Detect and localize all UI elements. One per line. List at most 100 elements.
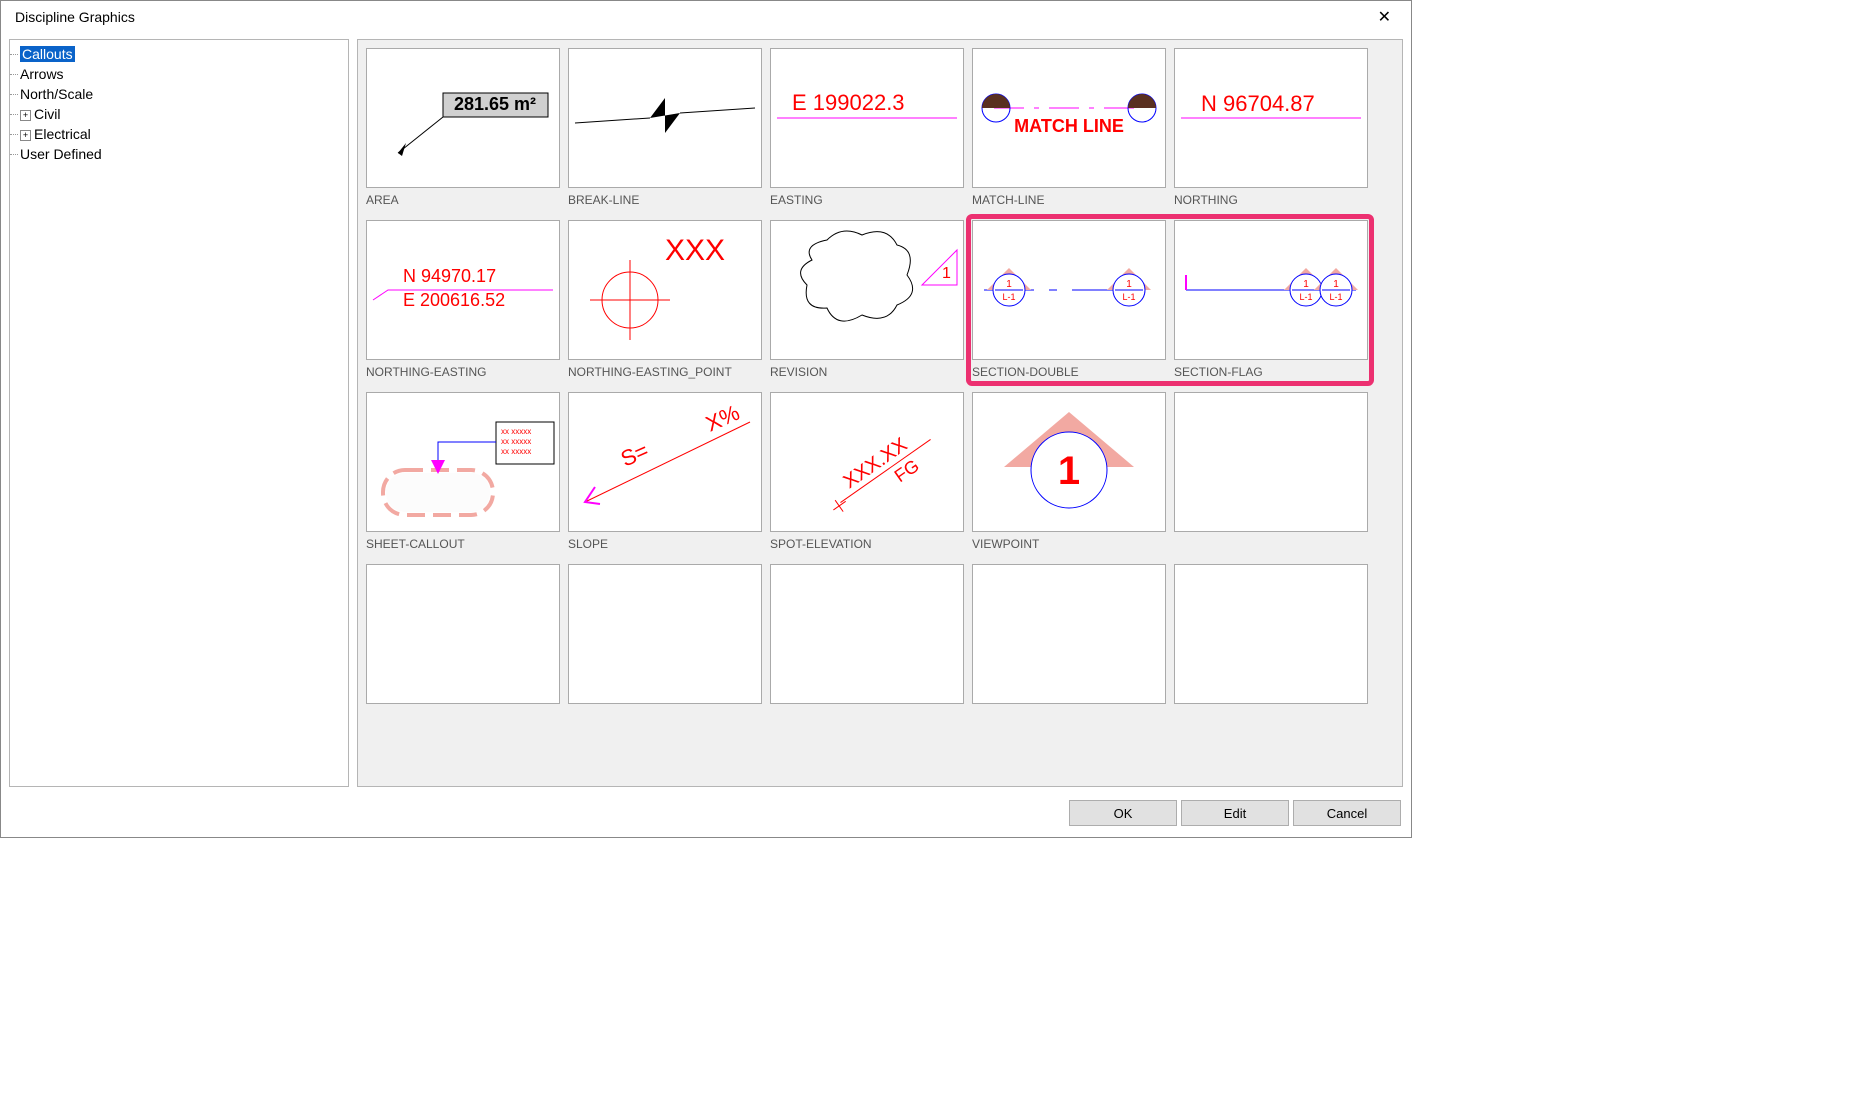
ok-button[interactable]: OK: [1069, 800, 1177, 826]
svg-text:1: 1: [1303, 279, 1309, 290]
expand-icon[interactable]: +: [20, 130, 31, 141]
gallery-thumb: [568, 48, 762, 188]
gallery-caption: SHEET-CALLOUT: [366, 532, 560, 556]
gallery-caption: SECTION-FLAG: [1174, 360, 1368, 384]
gallery-card[interactable]: 1 L-1 1 L-1 SECTION-DOUBLE: [972, 220, 1166, 384]
tree-item[interactable]: User Defined: [20, 144, 342, 164]
gallery-thumb: [1174, 392, 1368, 532]
gallery-card[interactable]: N 94970.17 E 200616.52NORTHING-EASTING: [366, 220, 560, 384]
gallery-thumb: [568, 564, 762, 704]
gallery-caption: [1174, 704, 1368, 728]
gallery-caption: NORTHING-EASTING: [366, 360, 560, 384]
gallery-card[interactable]: [568, 564, 762, 728]
gallery-caption: AREA: [366, 188, 560, 212]
gallery-thumb: XXX: [568, 220, 762, 360]
edit-button[interactable]: Edit: [1181, 800, 1289, 826]
svg-text:1: 1: [1006, 279, 1012, 290]
gallery-thumb: [1174, 564, 1368, 704]
svg-text:E 199022.3: E 199022.3: [792, 90, 905, 115]
svg-text:N 96704.87: N 96704.87: [1201, 91, 1315, 116]
svg-text:xx xxxxx: xx xxxxx: [501, 427, 531, 436]
gallery-caption: VIEWPOINT: [972, 532, 1166, 556]
gallery-thumb: [972, 564, 1166, 704]
svg-text:L-1: L-1: [1329, 292, 1342, 302]
gallery-caption: SLOPE: [568, 532, 762, 556]
window-title: Discipline Graphics: [15, 9, 135, 25]
svg-text:S=: S=: [617, 438, 652, 472]
tree-item[interactable]: Callouts: [20, 44, 342, 64]
gallery-card[interactable]: [1174, 564, 1368, 728]
gallery-card[interactable]: E 199022.3EASTING: [770, 48, 964, 212]
gallery-thumb: MATCH LINE: [972, 48, 1166, 188]
gallery-thumb: 1: [972, 392, 1166, 532]
svg-text:L-1: L-1: [1002, 292, 1015, 302]
discipline-graphics-dialog: Discipline Graphics ✕ Callouts Arrows Nort…: [0, 0, 1412, 838]
gallery-caption: [568, 704, 762, 728]
svg-text:L-1: L-1: [1122, 292, 1135, 302]
gallery-caption: [972, 704, 1166, 728]
gallery-card[interactable]: S= X%SLOPE: [568, 392, 762, 556]
cancel-button[interactable]: Cancel: [1293, 800, 1401, 826]
gallery-card[interactable]: 1 VIEWPOINT: [972, 392, 1166, 556]
category-tree[interactable]: CalloutsArrowsNorth/Scale+Civil+Electric…: [9, 39, 349, 787]
gallery-thumb: 281.65 m²: [366, 48, 560, 188]
expand-icon[interactable]: +: [20, 110, 31, 121]
svg-text:L-1: L-1: [1299, 292, 1312, 302]
gallery-thumb: S= X%: [568, 392, 762, 532]
gallery-card[interactable]: BREAK-LINE: [568, 48, 762, 212]
tree-item[interactable]: Arrows: [20, 64, 342, 84]
gallery-caption: [366, 704, 560, 728]
tree-item-label: Arrows: [20, 66, 64, 82]
gallery-card[interactable]: XXX NORTHING-EASTING_POINT: [568, 220, 762, 384]
gallery-card[interactable]: XXX.XX FG SPOT-ELEVATION: [770, 392, 964, 556]
dialog-body: CalloutsArrowsNorth/Scale+Civil+Electric…: [1, 33, 1411, 795]
tree-item[interactable]: +Civil: [20, 104, 342, 124]
tree-item-label: Civil: [34, 106, 60, 122]
svg-text:1: 1: [1126, 279, 1132, 290]
gallery-caption: NORTHING-EASTING_POINT: [568, 360, 762, 384]
gallery-caption: BREAK-LINE: [568, 188, 762, 212]
gallery-card[interactable]: 281.65 m² AREA: [366, 48, 560, 212]
tree-item-label: User Defined: [20, 146, 102, 162]
gallery-thumb: N 96704.87: [1174, 48, 1368, 188]
svg-text:1: 1: [1058, 449, 1080, 493]
gallery-thumb: XXX.XX FG: [770, 392, 964, 532]
gallery-caption: REVISION: [770, 360, 964, 384]
gallery-card[interactable]: N 96704.87 NORTHING: [1174, 48, 1368, 212]
gallery-card[interactable]: [770, 564, 964, 728]
dialog-footer: OK Edit Cancel: [1, 795, 1411, 837]
tree-item[interactable]: +Electrical: [20, 124, 342, 144]
gallery-card[interactable]: 1 REVISION: [770, 220, 964, 384]
gallery-panel[interactable]: 281.65 m² AREA BREAK-LINE E 199022.3EAST…: [357, 39, 1403, 787]
gallery-card[interactable]: [1174, 392, 1368, 556]
svg-text:MATCH LINE: MATCH LINE: [1014, 116, 1124, 136]
gallery-card[interactable]: 1 L-1 1 L-1 SECTION-FLAG: [1174, 220, 1368, 384]
gallery-caption: SPOT-ELEVATION: [770, 532, 964, 556]
titlebar: Discipline Graphics ✕: [1, 1, 1411, 33]
svg-text:X%: X%: [702, 400, 743, 437]
tree-item[interactable]: North/Scale: [20, 84, 342, 104]
svg-text:1: 1: [1333, 279, 1339, 290]
gallery-card[interactable]: MATCH LINE MATCH-LINE: [972, 48, 1166, 212]
gallery-thumb: [770, 564, 964, 704]
gallery-thumb: 1 L-1 1 L-1: [972, 220, 1166, 360]
gallery-caption: [1174, 532, 1368, 556]
svg-text:E 200616.52: E 200616.52: [403, 290, 505, 310]
gallery-thumb: 1 L-1 1 L-1: [1174, 220, 1368, 360]
gallery-thumb: [366, 564, 560, 704]
tree-item-label: Electrical: [34, 126, 91, 142]
svg-text:1: 1: [942, 265, 951, 282]
gallery-card[interactable]: [366, 564, 560, 728]
gallery-thumb: N 94970.17 E 200616.52: [366, 220, 560, 360]
gallery-thumb: xx xxxxx xx xxxxx xx xxxxx: [366, 392, 560, 532]
gallery-caption: MATCH-LINE: [972, 188, 1166, 212]
gallery-thumb: E 199022.3: [770, 48, 964, 188]
gallery-caption: SECTION-DOUBLE: [972, 360, 1166, 384]
svg-text:N 94970.17: N 94970.17: [403, 266, 496, 286]
close-icon[interactable]: ✕: [1368, 3, 1401, 31]
gallery-card[interactable]: [972, 564, 1166, 728]
gallery-caption: NORTHING: [1174, 188, 1368, 212]
svg-text:XXX: XXX: [665, 234, 725, 267]
gallery-thumb: 1: [770, 220, 964, 360]
gallery-card[interactable]: xx xxxxx xx xxxxx xx xxxxx SHEET-CALLOUT: [366, 392, 560, 556]
